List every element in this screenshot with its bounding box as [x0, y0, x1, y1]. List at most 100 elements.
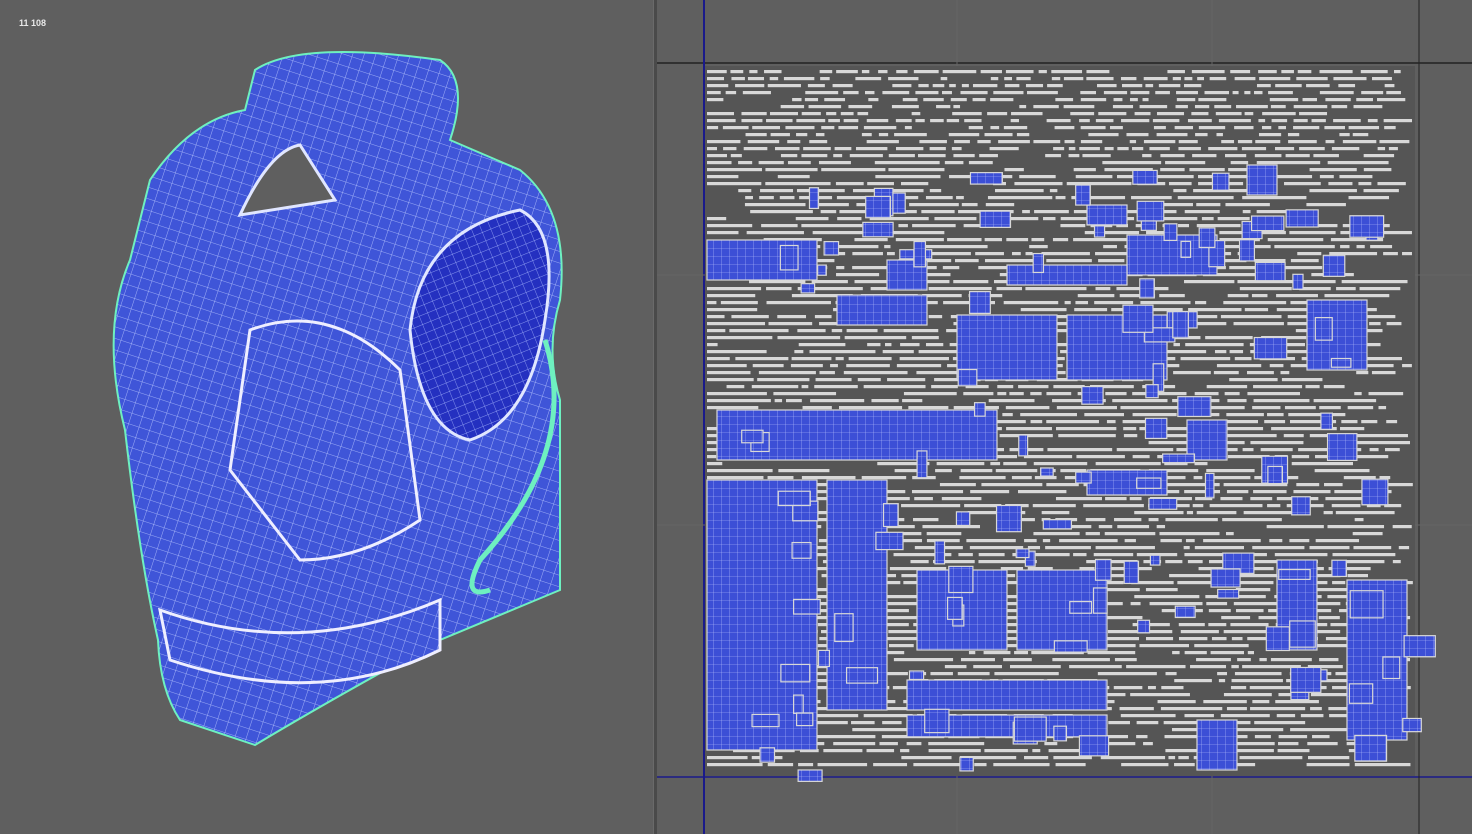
- uv-shell: [810, 399, 865, 403]
- uv-shell: [1339, 133, 1350, 137]
- uv-shell: [916, 371, 964, 375]
- uv-shell: [1121, 119, 1150, 123]
- uv-shell: [1204, 472, 1215, 499]
- uv-shell: [707, 469, 773, 473]
- uv-shell: [1278, 735, 1308, 739]
- uv-shell: [1093, 553, 1134, 557]
- uv-shell: [861, 70, 870, 74]
- uv-shell: [840, 112, 854, 116]
- uv-shell: [1152, 119, 1180, 123]
- uv-shell: [852, 728, 916, 732]
- uv-shell: [707, 154, 727, 158]
- uv-shell: [796, 133, 808, 137]
- uv-shell: [1277, 749, 1310, 753]
- uv-shell: [865, 195, 892, 219]
- uv-shell: [1043, 217, 1056, 221]
- uv-shell: [1003, 658, 1032, 662]
- uv-shell: [939, 483, 976, 487]
- uv-shell: [1136, 477, 1162, 489]
- uv-shell: [1226, 490, 1249, 494]
- uv-shell: [1097, 84, 1117, 88]
- uv-shell: [1254, 245, 1271, 249]
- uv-shell: [1033, 140, 1061, 144]
- uv-shell: [973, 665, 1003, 669]
- uv-shell: [1275, 147, 1295, 151]
- uv-shell: [1313, 154, 1339, 158]
- uv-shell: [1184, 280, 1235, 284]
- uv-shell: [1253, 399, 1310, 403]
- uv-shell: [895, 119, 912, 123]
- uv-shell: [1155, 91, 1170, 95]
- uv-shell: [1113, 686, 1143, 690]
- uv-shell: [1252, 546, 1305, 550]
- uv-shell: [1184, 651, 1207, 655]
- uv-shell: [891, 105, 919, 109]
- uv-shell: [1048, 749, 1080, 753]
- uv-shell: [1092, 587, 1108, 614]
- uv-shell: [707, 294, 756, 298]
- uv-shell: [984, 259, 1039, 263]
- uv-shell: [1392, 525, 1412, 529]
- uv-shell: [1137, 619, 1151, 634]
- uv-shell: [1402, 252, 1412, 256]
- uv-shell: [1309, 189, 1357, 193]
- uv-shell: [1372, 77, 1392, 81]
- uv-shell: [805, 91, 839, 95]
- uv-shell: [929, 189, 942, 193]
- uv-shell: [707, 350, 767, 354]
- uv-shell: [1284, 182, 1321, 186]
- uv-shell: [1030, 392, 1042, 396]
- uv-shell: [801, 112, 821, 116]
- uv-shell: [956, 196, 964, 200]
- uv-shell: [1335, 511, 1395, 515]
- uv-shell: [1120, 406, 1181, 410]
- uv-shell: [1193, 476, 1203, 480]
- uv-shell: [930, 672, 953, 676]
- uv-shell: [1085, 532, 1100, 536]
- uv-shell: [1011, 476, 1032, 480]
- uv-shell: [817, 763, 868, 767]
- uv-shell: [949, 84, 956, 88]
- uv-shell: [1134, 595, 1200, 599]
- uv-shell: [1324, 126, 1345, 130]
- uv-shell: [911, 336, 939, 340]
- uv-shell: [1191, 112, 1209, 116]
- uv-shell: [1312, 735, 1330, 739]
- uv-shell: [1002, 413, 1013, 417]
- uv-shell: [1140, 301, 1191, 305]
- uv-shell: [985, 203, 1015, 207]
- uv-shell: [901, 504, 961, 508]
- uv-shell: [1129, 140, 1137, 144]
- uv-shell: [735, 84, 765, 88]
- uv-shell: [1176, 91, 1198, 95]
- uv-shell: [707, 84, 729, 88]
- uv-shell: [1244, 91, 1251, 95]
- uv-shell: [1025, 287, 1087, 291]
- uv-shell: [870, 287, 889, 291]
- 3d-viewport[interactable]: 11 108: [0, 0, 653, 834]
- uv-shell: [924, 245, 988, 249]
- uv-shell: [1296, 483, 1320, 487]
- uv-shell: [1185, 343, 1244, 347]
- uv-shell: [1384, 84, 1395, 88]
- uv-shell: [1323, 511, 1333, 515]
- uv-shell: [1033, 462, 1088, 466]
- uv-shell: [1136, 735, 1148, 739]
- uv-shell: [1319, 658, 1339, 662]
- uv-shell: [988, 399, 1035, 403]
- uv-shell: [1242, 210, 1251, 214]
- uv-shell: [1126, 133, 1149, 137]
- uv-shell: [931, 385, 958, 389]
- uv-shell: [1327, 525, 1385, 529]
- uv-shell: [1274, 245, 1335, 249]
- uv-shell: [1221, 140, 1235, 144]
- uv-shell: [1123, 434, 1138, 438]
- uv-shell: [1165, 161, 1206, 165]
- uv-shell: [916, 450, 928, 479]
- uv-editor[interactable]: [657, 0, 1472, 834]
- uv-shell: [1180, 357, 1231, 361]
- uv-shell: [878, 70, 888, 74]
- uv-shell: [1186, 511, 1194, 515]
- uv-shell: [1055, 763, 1086, 767]
- uv-shell: [1250, 497, 1273, 501]
